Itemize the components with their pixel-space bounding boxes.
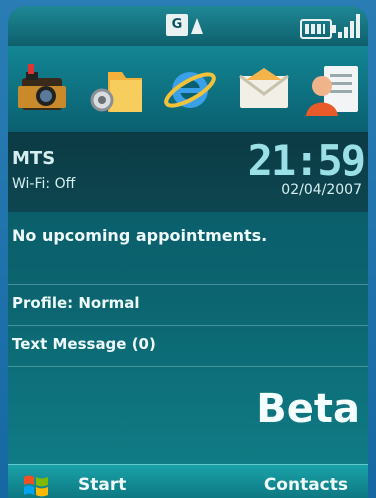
home-info-panel: MTS Wi-Fi: Off 21:59 02/04/2007 bbox=[8, 132, 368, 212]
appointments-item[interactable]: No upcoming appointments. bbox=[12, 226, 267, 245]
text-message-label: Text Message (0) bbox=[12, 335, 156, 353]
start-softkey[interactable]: Start bbox=[78, 475, 126, 495]
gprs-icon: G bbox=[166, 14, 188, 36]
profile-label: Profile: Normal bbox=[12, 294, 140, 312]
shortcut-bar bbox=[8, 46, 368, 132]
status-bar: G bbox=[8, 6, 368, 46]
battery-icon[interactable] bbox=[300, 19, 336, 39]
clock-date[interactable]: 02/04/2007 bbox=[281, 182, 362, 198]
contacts-softkey[interactable]: Contacts bbox=[264, 475, 348, 495]
settings-folder-icon[interactable] bbox=[88, 60, 144, 118]
camera-icon[interactable] bbox=[12, 60, 68, 118]
data-arrow-icon bbox=[191, 18, 203, 34]
carrier-name: MTS bbox=[12, 148, 56, 169]
internet-explorer-icon[interactable] bbox=[162, 60, 218, 118]
signal-strength-icon[interactable] bbox=[338, 14, 362, 38]
profile-item[interactable]: Profile: Normal bbox=[8, 284, 368, 325]
wifi-status[interactable]: Wi-Fi: Off bbox=[12, 176, 75, 192]
email-icon[interactable] bbox=[236, 60, 292, 118]
clock-time[interactable]: 21:59 bbox=[248, 136, 366, 185]
contacts-card-icon[interactable] bbox=[306, 60, 362, 118]
beta-watermark: Beta bbox=[256, 386, 360, 432]
windows-logo-icon[interactable] bbox=[22, 473, 50, 498]
softkey-bar: Start Contacts bbox=[8, 464, 368, 498]
phone-screen: G MTS Wi-Fi: Off 21:59 02/04/2007 No upc… bbox=[8, 6, 368, 498]
text-message-item[interactable]: Text Message (0) bbox=[8, 325, 368, 367]
